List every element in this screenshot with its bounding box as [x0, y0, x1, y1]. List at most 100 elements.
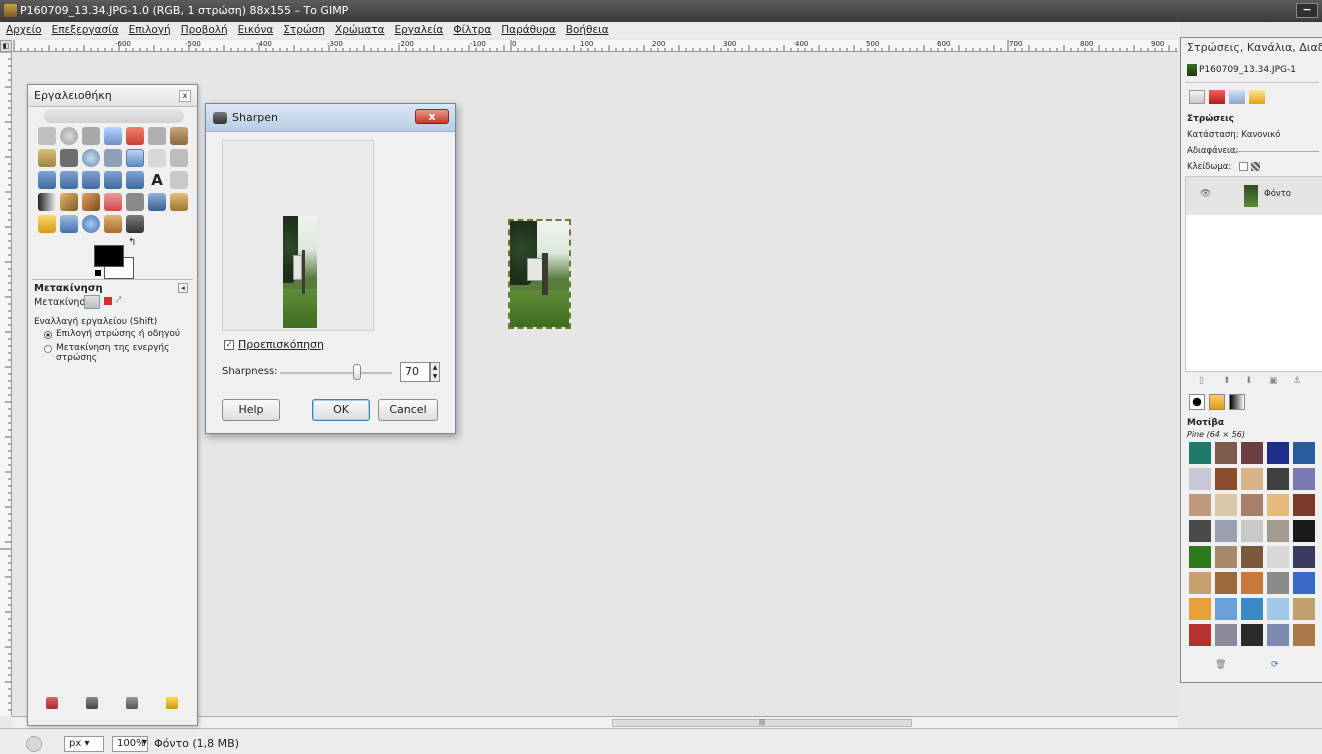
patterns-grid[interactable]	[1189, 442, 1322, 654]
menu-image[interactable]: Εικόνα	[238, 22, 274, 38]
pattern-swatch[interactable]	[1293, 442, 1315, 464]
layer-name[interactable]: Φόντο	[1264, 189, 1291, 199]
fuzzy-select-tool-icon[interactable]	[104, 127, 122, 145]
pattern-swatch[interactable]	[1293, 624, 1315, 646]
reset-options-icon[interactable]	[166, 697, 178, 709]
help-button[interactable]: Help	[222, 399, 280, 421]
pattern-swatch[interactable]	[1215, 598, 1237, 620]
paths-tool-icon[interactable]	[38, 149, 56, 167]
menu-layer[interactable]: Στρώση	[283, 22, 325, 38]
pattern-swatch[interactable]	[1215, 442, 1237, 464]
preview-checkbox[interactable]: ✓	[224, 340, 234, 350]
move-path-mode-icon[interactable]: ⤤	[116, 295, 122, 306]
restore-options-icon[interactable]	[86, 697, 98, 709]
duplicate-layer-icon[interactable]: ▣	[1269, 376, 1278, 386]
pattern-swatch[interactable]	[1267, 624, 1289, 646]
dodge-burn-tool-icon[interactable]	[126, 215, 144, 233]
clone-tool-icon[interactable]	[170, 193, 188, 211]
perspective-clone-tool-icon[interactable]	[60, 215, 78, 233]
ellipse-select-tool-icon[interactable]	[60, 127, 78, 145]
ok-button[interactable]: OK	[312, 399, 370, 421]
heal-tool-icon[interactable]	[38, 215, 56, 233]
pattern-swatch[interactable]	[1293, 572, 1315, 594]
menu-tools[interactable]: Εργαλεία	[395, 22, 444, 38]
raise-layer-icon[interactable]: ⬆	[1223, 376, 1231, 386]
zoom-tool-icon[interactable]	[82, 149, 100, 167]
toolbox-close-button[interactable]: x	[179, 90, 191, 102]
cage-tool-icon[interactable]	[170, 171, 188, 189]
delete-pattern-icon[interactable]: 🗑	[1215, 660, 1226, 670]
perspective-tool-icon[interactable]	[104, 171, 122, 189]
pattern-swatch[interactable]	[1241, 494, 1263, 516]
pattern-swatch[interactable]	[1241, 598, 1263, 620]
anchor-layer-icon[interactable]: ⚓	[1293, 376, 1301, 386]
rect-select-tool-icon[interactable]	[38, 127, 56, 145]
lock-pixels-checkbox[interactable]	[1239, 162, 1248, 171]
blend-tool-icon[interactable]	[38, 193, 56, 211]
pattern-swatch[interactable]	[1267, 572, 1289, 594]
unit-selector[interactable]: px ▾	[64, 736, 104, 752]
text-tool-icon[interactable]: A	[148, 171, 166, 189]
spin-arrows-icon[interactable]: ▲ ▼	[430, 362, 440, 382]
pattern-swatch[interactable]	[1241, 468, 1263, 490]
pattern-swatch[interactable]	[1267, 468, 1289, 490]
blur-sharpen-tool-icon[interactable]	[82, 215, 100, 233]
pattern-swatch[interactable]	[1215, 468, 1237, 490]
tab-channels-icon[interactable]	[1209, 90, 1225, 104]
menu-help[interactable]: Βοήθεια	[566, 22, 609, 38]
pattern-swatch[interactable]	[1241, 442, 1263, 464]
layer-row[interactable]: 👁 Φόντο	[1186, 177, 1322, 215]
paintbrush-tool-icon[interactable]	[82, 193, 100, 211]
dialog-close-button[interactable]: x	[415, 109, 449, 124]
pattern-swatch[interactable]	[1215, 494, 1237, 516]
layers-list[interactable]: 👁 Φόντο	[1185, 176, 1322, 372]
pattern-swatch[interactable]	[1241, 572, 1263, 594]
menu-file[interactable]: Αρχείο	[6, 22, 42, 38]
flip-tool-icon[interactable]	[126, 171, 144, 189]
scissors-tool-icon[interactable]	[148, 127, 166, 145]
default-colors-icon[interactable]	[94, 269, 102, 277]
save-options-icon[interactable]	[46, 697, 58, 709]
ink-tool-icon[interactable]	[148, 193, 166, 211]
move-layer-mode-icon[interactable]	[84, 295, 100, 309]
pattern-swatch[interactable]	[1215, 520, 1237, 542]
foreground-select-tool-icon[interactable]	[170, 127, 188, 145]
tab-gradients-icon[interactable]	[1229, 394, 1245, 410]
airbrush-tool-icon[interactable]	[126, 193, 144, 211]
radio-move-active-layer[interactable]	[44, 345, 52, 353]
sharpness-slider[interactable]	[280, 372, 392, 374]
vertical-ruler[interactable]	[0, 52, 12, 716]
pattern-swatch[interactable]	[1293, 468, 1315, 490]
menu-view[interactable]: Προβολή	[181, 22, 228, 38]
mode-selector[interactable]: Κατάσταση: Κανονικό	[1187, 130, 1280, 140]
refresh-patterns-icon[interactable]: ⟳	[1271, 660, 1279, 670]
menu-colors[interactable]: Χρώματα	[335, 22, 385, 38]
pattern-swatch[interactable]	[1189, 468, 1211, 490]
menu-windows[interactable]: Παράθυρα	[501, 22, 556, 38]
pattern-swatch[interactable]	[1267, 520, 1289, 542]
pattern-swatch[interactable]	[1267, 598, 1289, 620]
radio-pick-layer[interactable]	[44, 331, 52, 339]
pattern-swatch[interactable]	[1241, 546, 1263, 568]
options-menu-icon[interactable]: ◂	[178, 283, 188, 293]
select-by-color-tool-icon[interactable]	[126, 127, 144, 145]
lock-alpha-icon[interactable]	[1251, 162, 1260, 171]
pattern-swatch[interactable]	[1215, 546, 1237, 568]
tab-patterns-icon[interactable]	[1209, 394, 1225, 410]
pencil-tool-icon[interactable]	[60, 193, 78, 211]
menu-edit[interactable]: Επεξεργασία	[52, 22, 119, 38]
shear-tool-icon[interactable]	[82, 171, 100, 189]
pattern-swatch[interactable]	[1189, 520, 1211, 542]
move-tool-icon[interactable]	[126, 149, 144, 167]
tab-paths-icon[interactable]	[1229, 90, 1245, 104]
tab-undo-icon[interactable]	[1249, 90, 1265, 104]
menu-select[interactable]: Επιλογή	[129, 22, 171, 38]
pattern-swatch[interactable]	[1189, 598, 1211, 620]
cancel-button[interactable]: Cancel	[378, 399, 438, 421]
horizontal-ruler[interactable]: -600 -500 -400 -300 -200 -100 0 100 200 …	[0, 40, 1178, 52]
color-picker-tool-icon[interactable]	[60, 149, 78, 167]
opacity-slider[interactable]	[1227, 151, 1319, 152]
scale-tool-icon[interactable]	[60, 171, 78, 189]
free-select-tool-icon[interactable]	[82, 127, 100, 145]
eye-icon[interactable]: 👁	[1200, 189, 1211, 199]
